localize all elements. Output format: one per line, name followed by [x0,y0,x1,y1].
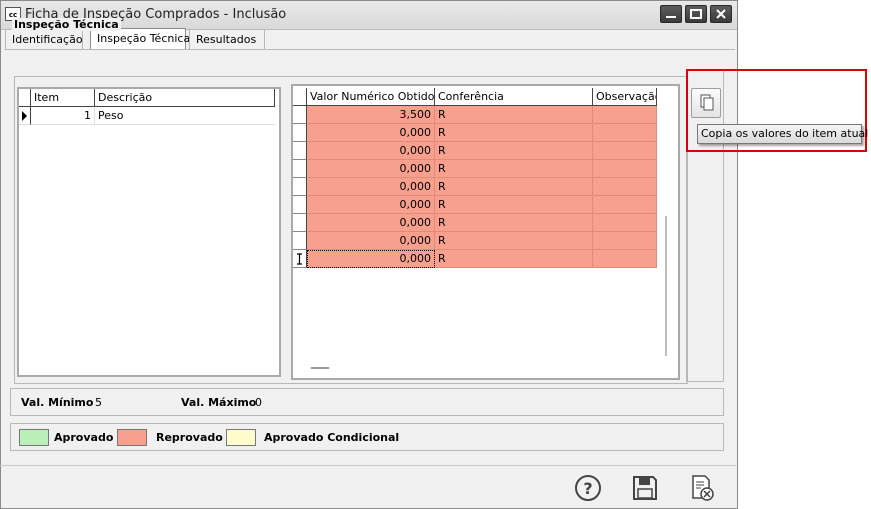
min-label: Val. Mínimo [21,396,94,409]
legend-swatch-aprovado [19,429,49,446]
items-col-item[interactable]: Item [31,89,95,107]
conferencia-cell[interactable]: R [435,232,593,250]
row-indicator [293,232,307,250]
observacao-cell[interactable] [593,124,657,142]
row-indicator [293,142,307,160]
observacao-cell[interactable] [593,142,657,160]
save-icon [633,476,657,500]
legend-swatch-reprovado [117,429,147,446]
items-col-descricao[interactable]: Descrição [95,89,275,107]
valor-cell[interactable]: 0,000 [307,250,435,268]
observacao-cell[interactable] [593,178,657,196]
tab-resultados[interactable]: Resultados [189,29,265,49]
conferencia-cell[interactable]: R [435,160,593,178]
close-icon [716,9,726,19]
row-edit-cursor-icon [293,250,307,268]
valor-cell[interactable]: 3,500 [307,106,435,124]
row-indicator [293,196,307,214]
limits-panel [10,388,724,416]
vertical-scrollbar[interactable] [665,216,667,356]
values-grid[interactable]: Valor Numérico Obtido Conferência Observ… [291,84,680,380]
item-description-cell[interactable]: Peso [95,107,275,125]
horizontal-scrollbar[interactable] [311,367,329,369]
observacao-cell[interactable] [593,232,657,250]
svg-text:?: ? [583,479,592,498]
minimize-icon [666,16,676,18]
row-indicator [293,160,307,178]
row-indicator [293,124,307,142]
maximize-icon [690,9,702,19]
conferencia-cell[interactable]: R [435,250,593,268]
close-button[interactable] [710,5,732,23]
values-col-valor[interactable]: Valor Numérico Obtido [307,88,435,106]
row-indicator [293,106,307,124]
tab-inspecao-tecnica[interactable]: Inspeção Técnica [90,28,190,50]
maximize-button[interactable] [685,5,707,23]
conferencia-cell[interactable]: R [435,214,593,232]
legend-label-reprovado: Reprovado [156,431,223,444]
row-indicator [293,178,307,196]
legend-label-aprovado-condicional: Aprovado Condicional [264,431,400,444]
minimize-button[interactable] [660,5,682,23]
tab-identificacao[interactable]: Identificação [5,29,83,49]
valor-cell[interactable]: 0,000 [307,160,435,178]
observacao-cell[interactable] [593,250,657,268]
save-button[interactable] [631,474,659,502]
max-value: 0 [255,396,262,409]
conferencia-cell[interactable]: R [435,106,593,124]
observacao-cell[interactable] [593,214,657,232]
values-header-indicator [293,88,307,106]
observacao-cell[interactable] [593,196,657,214]
valor-cell[interactable]: 0,000 [307,178,435,196]
valor-cell[interactable]: 0,000 [307,196,435,214]
min-value: 5 [95,396,102,409]
max-label: Val. Máximo [181,396,257,409]
cancel-document-icon [692,475,714,501]
valor-cell[interactable]: 0,000 [307,124,435,142]
conferencia-cell[interactable]: R [435,124,593,142]
legend-label-aprovado: Aprovado [54,431,114,444]
observacao-cell[interactable] [593,106,657,124]
item-number-cell[interactable]: 1 [31,107,95,125]
cancel-button[interactable] [688,474,716,502]
conferencia-cell[interactable]: R [435,178,593,196]
copy-tooltip: Copia os valores do item atual [697,124,868,144]
row-indicator [293,214,307,232]
conferencia-cell[interactable]: R [435,142,593,160]
valor-cell[interactable]: 0,000 [307,232,435,250]
conferencia-cell[interactable]: R [435,196,593,214]
values-col-conferencia[interactable]: Conferência [435,88,593,106]
footer-separator [0,465,736,466]
items-header-indicator [19,89,31,107]
row-pointer-icon [19,107,31,125]
observacao-cell[interactable] [593,160,657,178]
valor-cell[interactable]: 0,000 [307,142,435,160]
help-icon: ? [575,475,601,501]
valor-cell[interactable]: 0,000 [307,214,435,232]
legend-swatch-aprovado-condicional [226,429,256,446]
values-col-observacao[interactable]: Observação [593,88,657,106]
legend-panel: Aprovado Reprovado Aprovado Condicional [10,423,724,451]
items-grid[interactable]: Item Descrição 1 Peso [17,87,281,377]
help-button[interactable]: ? [574,474,602,502]
group-title: Inspeção Técnica [12,18,121,31]
